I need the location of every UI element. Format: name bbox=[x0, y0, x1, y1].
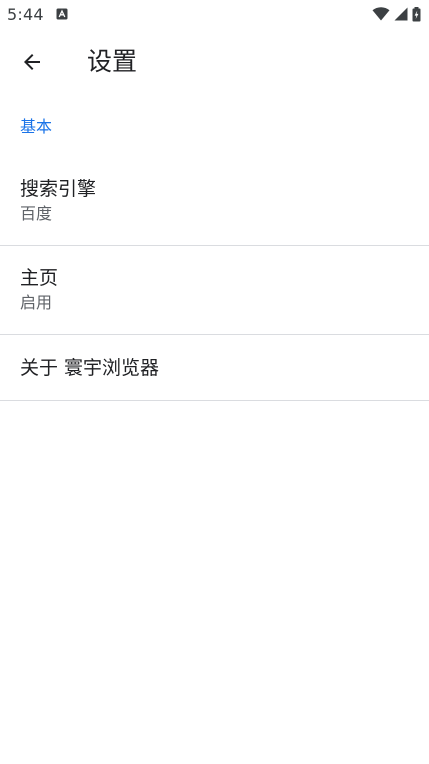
status-bar: 5:44 bbox=[0, 0, 429, 30]
pref-title: 搜索引擎 bbox=[20, 178, 97, 200]
wifi-icon bbox=[372, 7, 390, 21]
divider bbox=[0, 400, 429, 401]
page-title: 设置 bbox=[87, 47, 138, 76]
app-bar: 设置 bbox=[0, 30, 429, 94]
pref-title: 主页 bbox=[20, 267, 59, 289]
arrow-left-icon bbox=[24, 54, 40, 70]
pref-summary: 百度 bbox=[20, 204, 53, 223]
pref-item-search-engine[interactable]: 搜索引擎 百度 bbox=[0, 163, 429, 245]
status-time: 5:44 bbox=[7, 5, 44, 24]
pref-item-homepage[interactable]: 主页 启用 bbox=[0, 246, 429, 334]
notification-a-icon bbox=[56, 8, 68, 20]
section-header-basic: 基本 bbox=[20, 117, 53, 136]
signal-icon bbox=[394, 7, 408, 21]
back-button[interactable] bbox=[8, 38, 56, 86]
status-icons bbox=[372, 6, 421, 22]
pref-summary: 启用 bbox=[20, 293, 53, 312]
pref-item-about[interactable]: 关于 寰宇浏览器 bbox=[0, 335, 429, 400]
pref-title: 关于 寰宇浏览器 bbox=[20, 357, 160, 379]
battery-charging-icon bbox=[412, 6, 421, 21]
